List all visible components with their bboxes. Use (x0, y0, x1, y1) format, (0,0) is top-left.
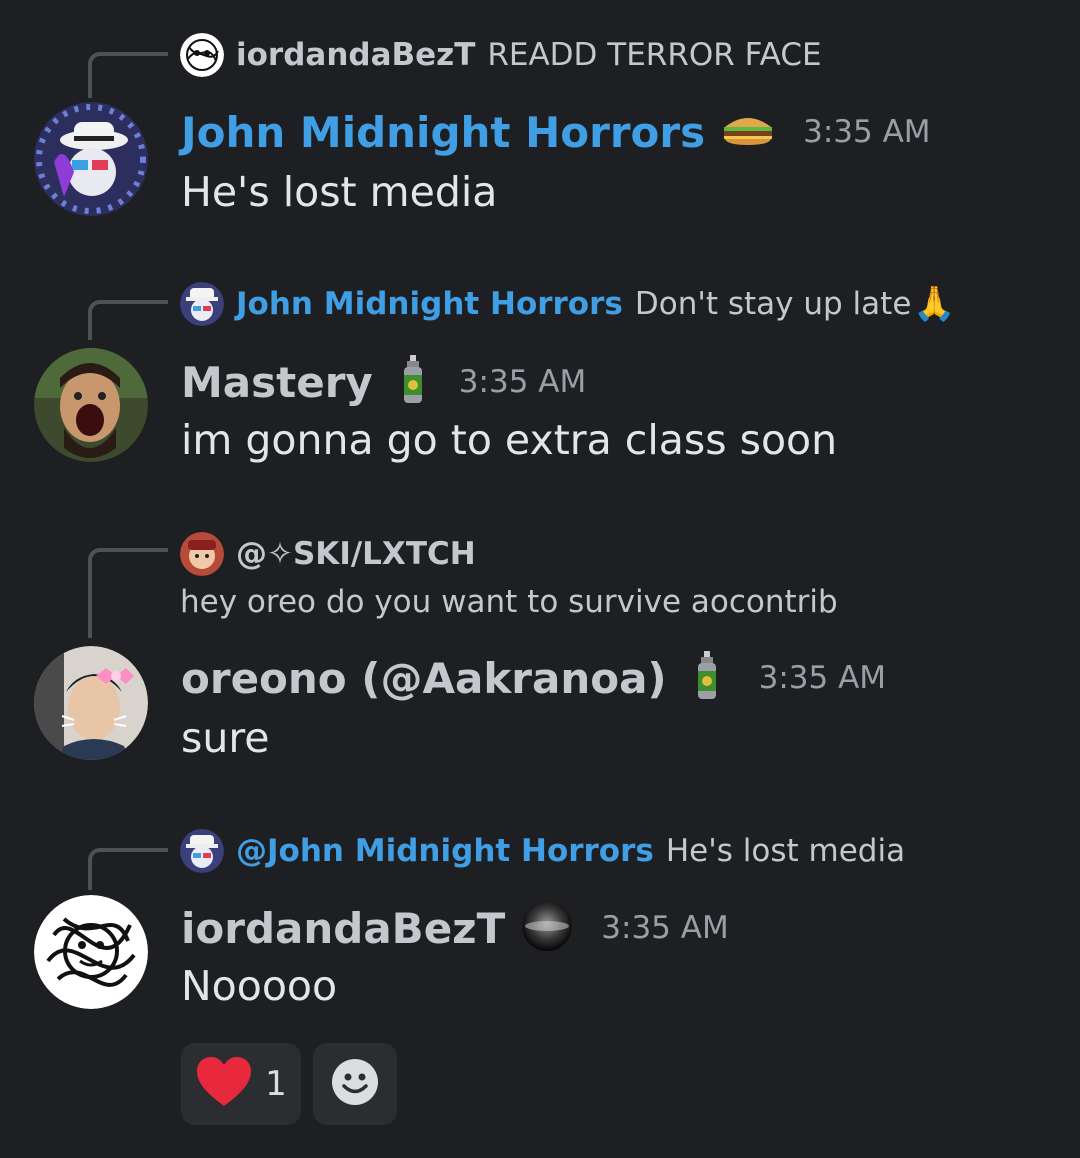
reply-spine (88, 300, 168, 340)
reaction-count: 1 (265, 1064, 287, 1104)
spray-can-icon (401, 355, 425, 409)
reply-preview[interactable]: John Midnight Horrors Don't stay up late… (180, 280, 1020, 328)
message-text: Nooooo (181, 962, 338, 1010)
reply-preview[interactable]: @✧SKI/LXTCH hey oreo do you want to surv… (180, 530, 1020, 626)
reaction-heart[interactable]: 1 (181, 1043, 301, 1125)
reply-text[interactable]: READD TERROR FACE (487, 31, 821, 79)
author-name[interactable]: iordandaBezT (181, 904, 505, 953)
author-name[interactable]: oreono (@Aakranoa) (181, 654, 667, 703)
reply-author[interactable]: iordandaBezT (236, 31, 475, 79)
add-reaction-button[interactable] (313, 1043, 397, 1125)
black-orb-icon (521, 900, 573, 956)
heart-icon (195, 1056, 253, 1112)
reply-avatar[interactable] (180, 33, 224, 77)
avatar[interactable] (34, 895, 148, 1009)
reply-avatar[interactable] (180, 829, 224, 873)
reply-author[interactable]: @✧SKI/LXTCH (236, 530, 476, 578)
timestamp: 3:35 AM (803, 114, 931, 150)
reply-spine (88, 52, 168, 98)
reply-spine (88, 548, 168, 638)
message-header: John Midnight Horrors 3:35 AM (181, 102, 931, 162)
reply-preview[interactable]: @John Midnight Horrors He's lost media (180, 827, 1020, 875)
timestamp: 3:35 AM (458, 364, 587, 400)
reaction-bar: 1 (181, 1043, 397, 1125)
reply-text[interactable]: He's lost media (666, 827, 905, 875)
reply-avatar[interactable] (180, 532, 224, 576)
reply-text[interactable]: Don't stay up late (635, 280, 912, 328)
message-header: Mastery 3:35 AM (181, 352, 586, 412)
reply-author[interactable]: John Midnight Horrors (236, 280, 623, 328)
spray-can-icon (695, 651, 719, 705)
avatar[interactable] (34, 102, 148, 216)
avatar[interactable] (34, 348, 148, 462)
reply-mention[interactable]: @John Midnight Horrors (236, 827, 654, 875)
message-header: oreono (@Aakranoa) 3:35 AM (181, 648, 886, 708)
avatar[interactable] (34, 646, 148, 760)
author-name[interactable]: John Midnight Horrors (181, 108, 705, 157)
reply-preview[interactable]: iordandaBezT READD TERROR FACE (180, 31, 1020, 79)
message-text: He's lost media (181, 168, 498, 216)
message-text: im gonna go to extra class soon (181, 416, 838, 464)
praying-hands-icon: 🙏 (913, 284, 956, 324)
burger-icon (721, 115, 775, 149)
message-header: iordandaBezT 3:35 AM (181, 898, 729, 958)
reply-spine (88, 848, 168, 890)
reply-text[interactable]: hey oreo do you want to survive aocontri… (180, 578, 838, 626)
timestamp: 3:35 AM (601, 910, 729, 946)
author-name[interactable]: Mastery (181, 358, 373, 407)
reply-avatar[interactable] (180, 282, 224, 326)
timestamp: 3:35 AM (758, 660, 887, 696)
message-text: sure (181, 714, 270, 762)
add-reaction-icon (330, 1057, 380, 1111)
